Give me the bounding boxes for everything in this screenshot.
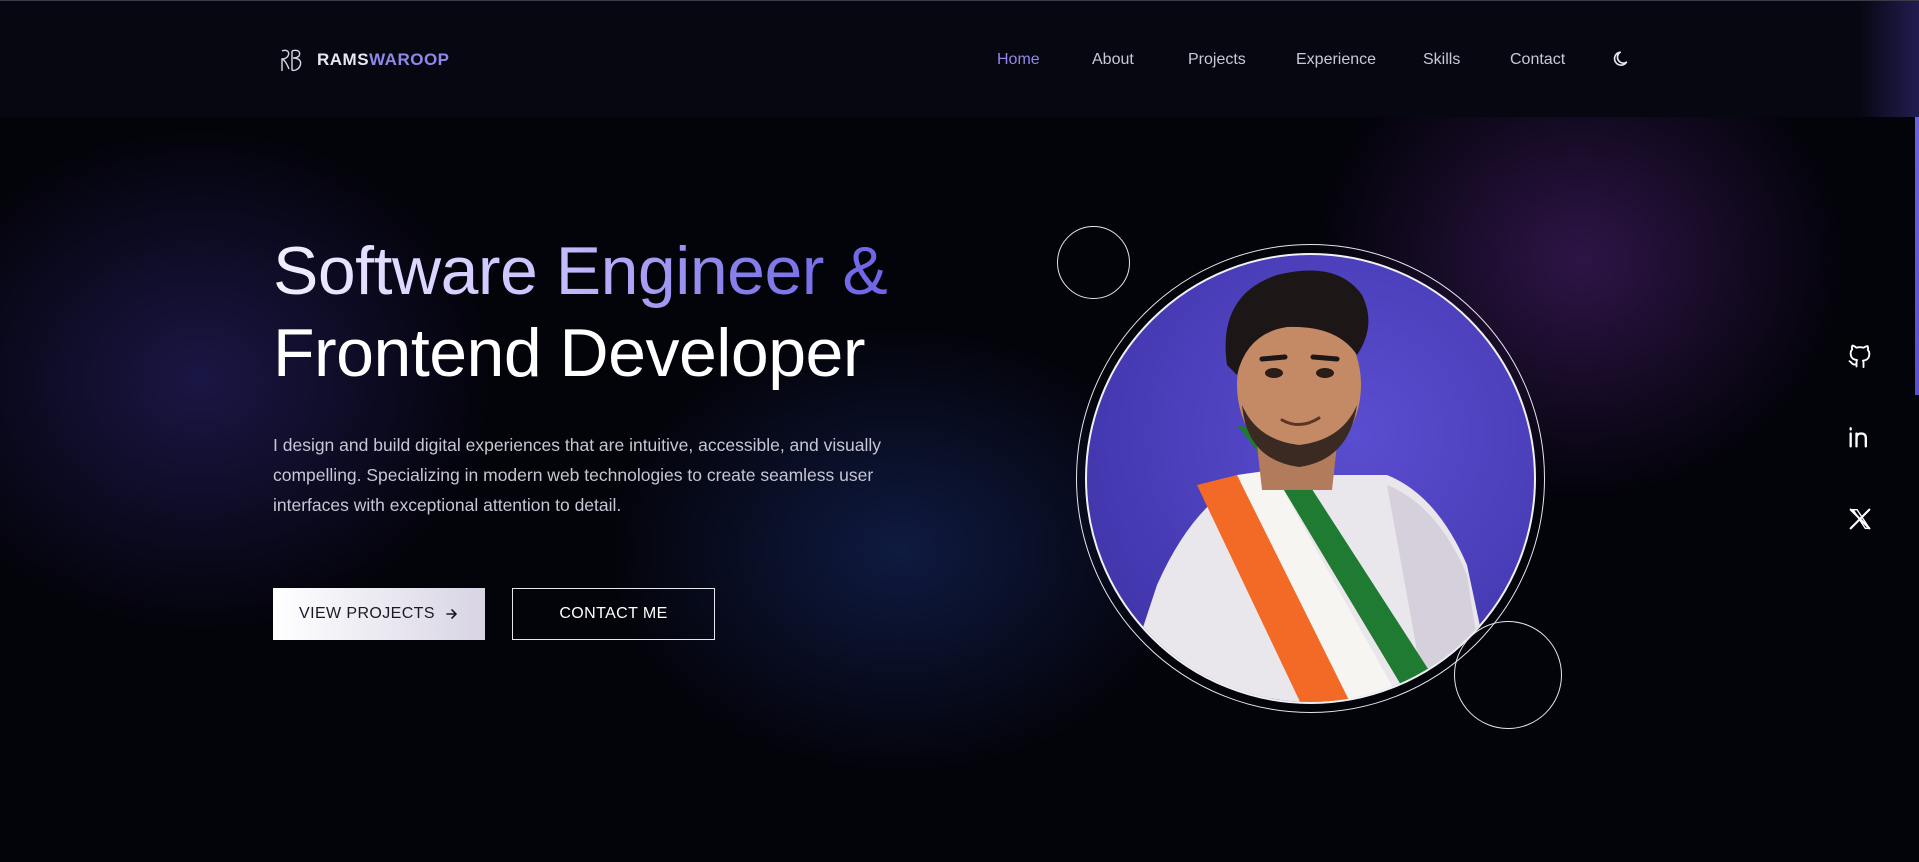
logo-text-accent: WAROOP	[369, 50, 450, 69]
arrow-right-icon	[446, 609, 457, 619]
decorative-ring-top	[1057, 226, 1130, 299]
nav-experience[interactable]: Experience	[1296, 51, 1376, 69]
x-twitter-icon[interactable]	[1846, 505, 1874, 533]
view-projects-label: VIEW PROJECTS	[299, 605, 435, 622]
logo-text-primary: RAMS	[317, 50, 370, 69]
nav-projects[interactable]: Projects	[1188, 51, 1246, 69]
view-projects-button[interactable]: VIEW PROJECTS	[273, 588, 485, 640]
nav-home[interactable]: Home	[997, 51, 1040, 69]
nav-contact[interactable]: Contact	[1510, 51, 1565, 69]
nav-about[interactable]: About	[1092, 51, 1134, 69]
site-logo[interactable]: RAMSWAROOP	[277, 47, 450, 73]
contact-me-label: CONTACT ME	[559, 605, 668, 622]
github-icon[interactable]	[1846, 342, 1874, 370]
hero-title-line-2: Frontend Developer	[273, 315, 866, 391]
linkedin-icon[interactable]	[1846, 423, 1874, 451]
moon-icon[interactable]	[1612, 49, 1632, 69]
scrollbar-thumb[interactable]	[1915, 117, 1919, 395]
hero-title: Software Engineer & Frontend Developer	[273, 230, 888, 394]
rb-monogram-icon	[281, 49, 302, 72]
hero-title-line-1: Software Engineer &	[273, 230, 888, 312]
decorative-ring-bottom	[1454, 621, 1562, 729]
logo-text: RAMSWAROOP	[317, 50, 450, 70]
header-edge-glow	[1859, 1, 1919, 117]
site-header: RAMSWAROOP Home About Projects Experienc…	[0, 1, 1919, 117]
contact-me-button[interactable]: CONTACT ME	[512, 588, 715, 640]
hero-description: I design and build digital experiences t…	[273, 435, 881, 515]
nav-skills[interactable]: Skills	[1423, 51, 1460, 69]
